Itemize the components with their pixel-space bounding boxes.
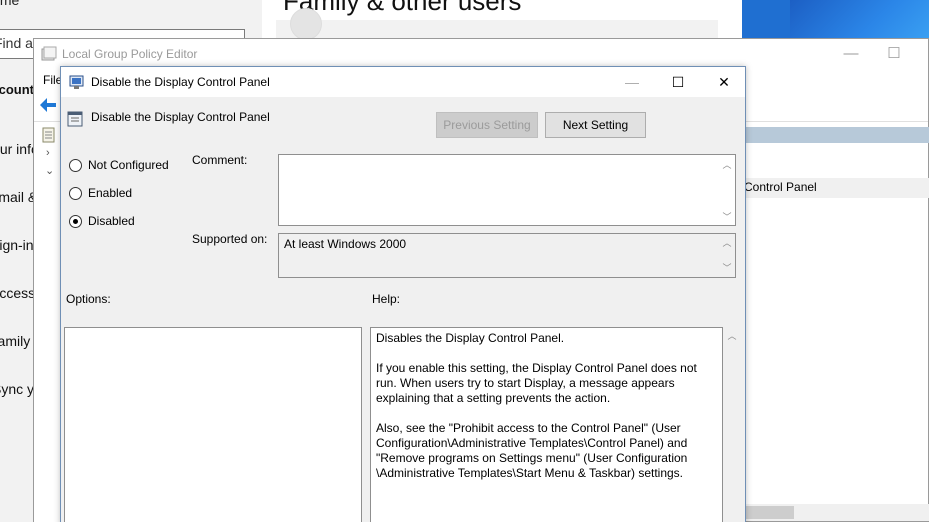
supported-on-label: Supported on: bbox=[192, 232, 268, 246]
settings-home-link[interactable]: Home bbox=[0, 0, 37, 8]
scroll-down-icon[interactable]: ﹀ bbox=[721, 210, 733, 223]
gpe-column-header bbox=[744, 127, 929, 143]
policy-setting-dialog: Disable the Display Control Panel — ☐ ✕ … bbox=[60, 66, 746, 522]
horizontal-scrollbar[interactable] bbox=[744, 504, 929, 521]
chevron-down-icon[interactable]: ⌄ bbox=[45, 164, 54, 177]
policy-name: Disable the Display Control Panel bbox=[91, 110, 270, 124]
scroll-up-icon[interactable]: ︿ bbox=[721, 236, 733, 249]
maximize-icon[interactable]: ☐ bbox=[879, 43, 909, 65]
desktop-wallpaper bbox=[790, 0, 929, 40]
policy-setting-icon bbox=[69, 75, 84, 89]
scrollbar-thumb[interactable] bbox=[744, 506, 794, 519]
supported-on-field: At least Windows 2000 ︿ ﹀ bbox=[278, 233, 736, 278]
radio-button[interactable] bbox=[69, 187, 82, 200]
avatar bbox=[290, 8, 322, 40]
options-label: Options: bbox=[66, 292, 111, 306]
dialog-titlebar: Disable the Display Control Panel — ☐ ✕ bbox=[61, 67, 745, 97]
policy-doc-icon bbox=[42, 127, 55, 143]
list-item[interactable]: Control Panel bbox=[744, 178, 929, 198]
gpe-tree-pane: › ⌄ bbox=[34, 123, 62, 522]
minimize-icon: — bbox=[625, 74, 639, 90]
radio-button[interactable] bbox=[69, 159, 82, 172]
scroll-down-icon[interactable]: ﹀ bbox=[721, 261, 733, 274]
close-icon[interactable]: ✕ bbox=[701, 67, 747, 97]
gpe-title: Local Group Policy Editor bbox=[62, 47, 198, 61]
scroll-up-icon[interactable]: ︿ bbox=[721, 158, 733, 171]
policy-icon bbox=[67, 111, 83, 127]
comment-textarea[interactable]: ︿ ﹀ bbox=[278, 154, 736, 226]
help-paragraph: Disables the Display Control Panel. bbox=[376, 331, 565, 345]
comment-label: Comment: bbox=[192, 153, 248, 167]
policy-editor-icon bbox=[41, 46, 57, 61]
help-paragraph: Also, see the "Prohibit access to the Co… bbox=[376, 421, 688, 480]
radio-button-selected[interactable] bbox=[69, 215, 82, 228]
previous-setting-button: Previous Setting bbox=[436, 112, 538, 138]
help-scrollbar[interactable]: ︿ bbox=[725, 327, 739, 522]
help-label: Help: bbox=[372, 292, 401, 306]
scroll-up-icon[interactable]: ︿ bbox=[726, 329, 738, 342]
maximize-icon[interactable]: ☐ bbox=[655, 67, 701, 97]
dialog-title: Disable the Display Control Panel bbox=[91, 75, 270, 89]
help-pane: Disables the Display Control Panel. If y… bbox=[370, 327, 723, 522]
supported-on-value: At least Windows 2000 bbox=[284, 237, 407, 251]
minimize-icon[interactable]: — bbox=[836, 43, 866, 65]
chevron-right-icon[interactable]: › bbox=[46, 147, 50, 159]
gpe-titlebar: Local Group Policy Editor — ☐ bbox=[34, 39, 928, 69]
back-arrow-icon[interactable] bbox=[39, 97, 57, 113]
options-pane bbox=[64, 327, 362, 522]
help-paragraph: If you enable this setting, the Display … bbox=[376, 361, 697, 405]
next-setting-button[interactable]: Next Setting bbox=[545, 112, 646, 138]
